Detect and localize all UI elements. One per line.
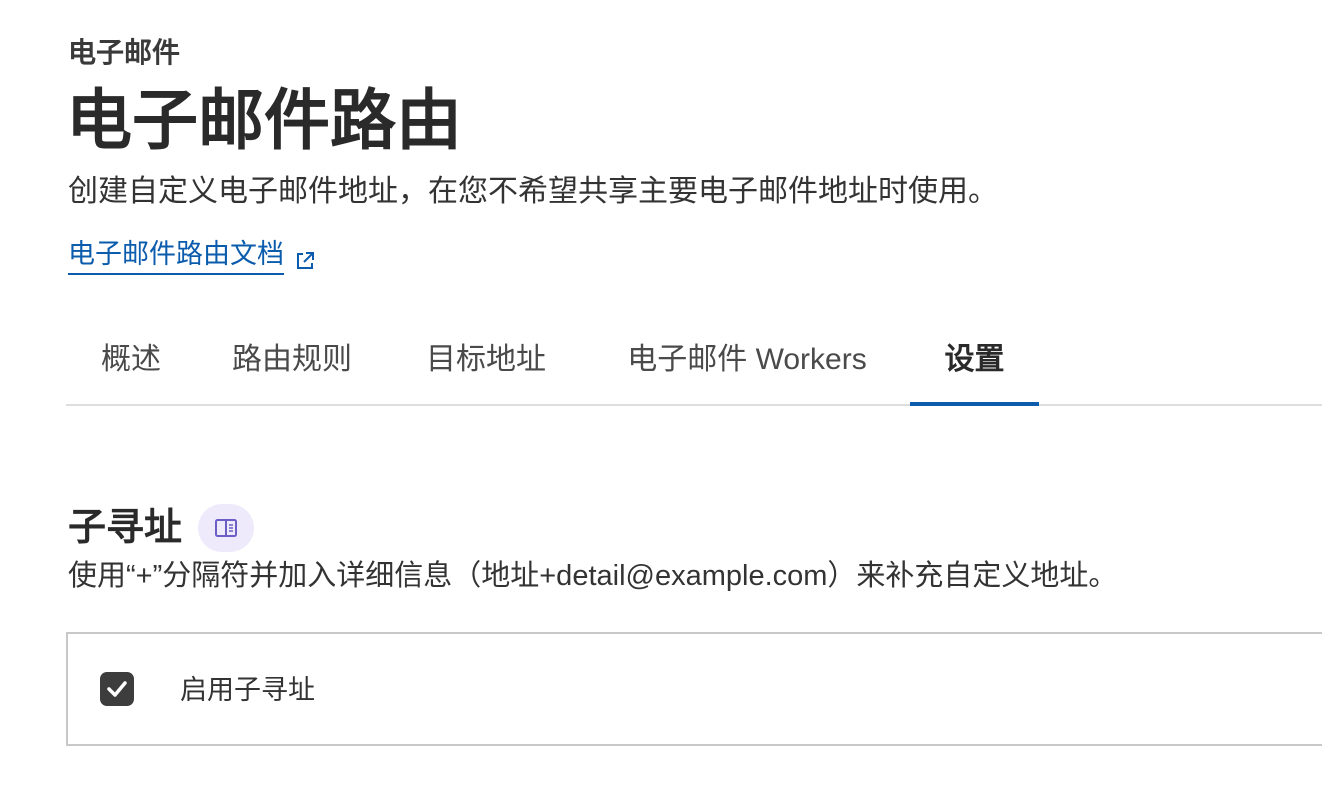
- tab-email-workers[interactable]: 电子邮件 Workers: [584, 312, 910, 404]
- tab-settings[interactable]: 设置: [910, 312, 1039, 406]
- subaddressing-header: 子寻址: [68, 504, 255, 552]
- email-routing-page: 电子邮件 电子邮件路由 创建自定义电子邮件地址，在您不希望共享主要电子邮件地址时…: [0, 0, 1322, 794]
- tab-destination-addresses[interactable]: 目标地址: [388, 312, 584, 404]
- checkmark-icon: [107, 681, 127, 697]
- enable-subaddressing-checkbox[interactable]: [100, 672, 134, 706]
- page-title: 电子邮件路由: [66, 83, 462, 157]
- enable-subaddressing-label[interactable]: 启用子寻址: [180, 672, 315, 708]
- tab-routing-rules[interactable]: 路由规则: [196, 312, 388, 404]
- breadcrumb[interactable]: 电子邮件: [68, 36, 180, 70]
- email-routing-docs-link[interactable]: 电子邮件路由文档: [68, 236, 316, 275]
- section-title: 子寻址: [68, 507, 183, 549]
- book-icon[interactable]: [198, 504, 255, 552]
- page-description: 创建自定义电子邮件地址，在您不希望共享主要电子邮件地址时使用。: [68, 175, 998, 208]
- tab-overview[interactable]: 概述: [66, 312, 196, 404]
- section-description: 使用“+”分隔符并加入详细信息（地址+detail@example.com）来补…: [68, 560, 1118, 592]
- external-link-icon[interactable]: [294, 245, 316, 269]
- docs-link-label[interactable]: 电子邮件路由文档: [68, 236, 284, 275]
- tab-bar: 概述 路由规则 目标地址 电子邮件 Workers 设置: [66, 312, 1322, 406]
- subaddressing-setting-card: 启用子寻址: [66, 632, 1322, 746]
